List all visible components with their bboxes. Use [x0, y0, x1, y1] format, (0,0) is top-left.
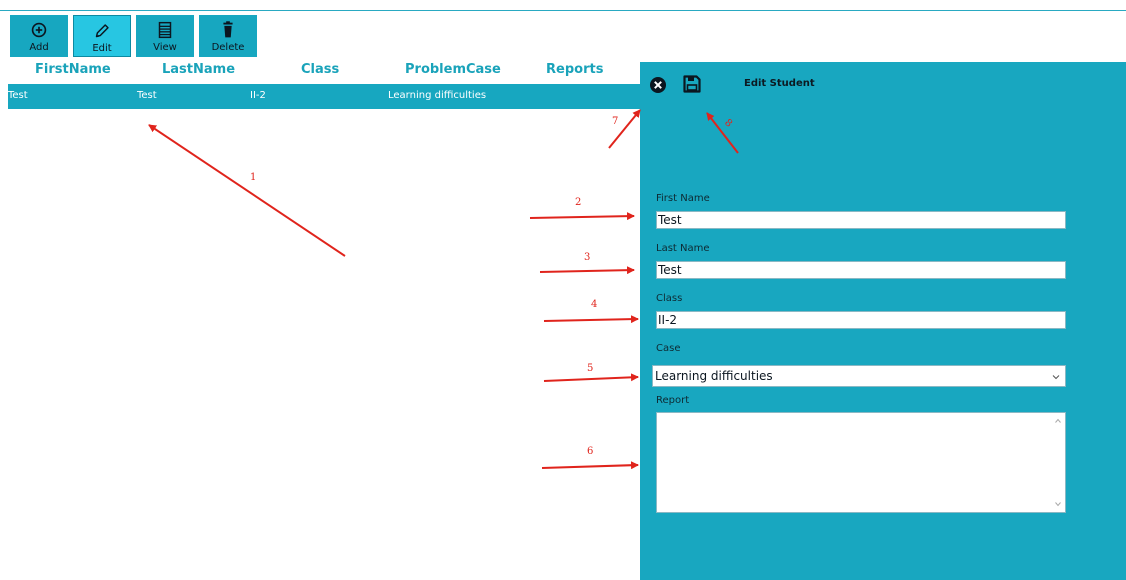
list-icon	[158, 21, 172, 39]
annotation-arrow-3	[539, 266, 635, 275]
annotation-arrow-1	[148, 124, 346, 257]
annotation-arrow-6	[541, 461, 639, 470]
case-dropdown[interactable]: Learning difficulties	[652, 365, 1066, 387]
column-header-reports[interactable]: Reports	[546, 62, 603, 77]
view-button-label: View	[153, 42, 177, 53]
table-header: FirstName LastName Class ProblemCase Rep…	[0, 62, 640, 80]
cell-class: II-2	[250, 90, 266, 101]
report-textarea[interactable]	[656, 412, 1066, 513]
column-header-lastname[interactable]: LastName	[162, 62, 235, 77]
cell-problem-case: Learning difficulties	[388, 90, 487, 101]
add-button-label: Add	[29, 42, 49, 53]
scroll-down-icon[interactable]	[1054, 500, 1062, 508]
case-label: Case	[656, 343, 681, 354]
column-header-firstname[interactable]: FirstName	[35, 62, 111, 77]
scroll-up-icon[interactable]	[1054, 417, 1062, 425]
cell-first-name: Test	[8, 90, 28, 101]
plus-circle-icon	[31, 22, 47, 38]
annotation-arrow-4	[543, 315, 639, 324]
first-name-field[interactable]: Test	[656, 211, 1066, 229]
view-button[interactable]: View	[136, 15, 194, 57]
edit-button-label: Edit	[92, 43, 112, 54]
edit-button[interactable]: Edit	[73, 15, 131, 57]
pencil-icon	[95, 24, 109, 38]
annotation-number-5: 5	[587, 363, 594, 374]
cell-last-name: Test	[137, 90, 157, 101]
chevron-down-icon	[1052, 375, 1060, 380]
annotation-number-1: 1	[250, 172, 257, 183]
annotation-number-4: 4	[591, 299, 598, 310]
annotation-number-7: 7	[612, 116, 619, 127]
delete-button[interactable]: Delete	[199, 15, 257, 57]
annotation-arrow-2	[529, 212, 635, 221]
annotation-number-3: 3	[584, 252, 591, 263]
top-border-line	[0, 10, 1126, 11]
add-button[interactable]: Add	[10, 15, 68, 57]
last-name-field[interactable]: Test	[656, 261, 1066, 279]
toolbar: Add Edit View Delete	[10, 15, 257, 57]
annotation-number-2: 2	[575, 197, 582, 208]
annotation-arrow-5	[543, 373, 639, 382]
table-row[interactable]: Test Test II-2 Learning difficulties	[8, 84, 640, 109]
class-label: Class	[656, 293, 683, 304]
close-circle-icon[interactable]	[649, 76, 667, 94]
delete-button-label: Delete	[211, 42, 245, 53]
edit-student-panel: Edit Student First Name Test Last Name T…	[640, 62, 1126, 580]
column-header-class[interactable]: Class	[301, 62, 339, 77]
report-label: Report	[656, 395, 690, 406]
annotation-number-6: 6	[587, 446, 594, 457]
first-name-label: First Name	[656, 193, 710, 204]
floppy-disk-icon[interactable]	[682, 74, 702, 94]
trash-icon	[223, 21, 233, 38]
class-field[interactable]: II-2	[656, 311, 1066, 329]
last-name-label: Last Name	[656, 243, 710, 254]
panel-title: Edit Student	[744, 78, 815, 89]
column-header-problemcase[interactable]: ProblemCase	[405, 62, 501, 77]
case-dropdown-value: Learning difficulties	[655, 369, 773, 383]
